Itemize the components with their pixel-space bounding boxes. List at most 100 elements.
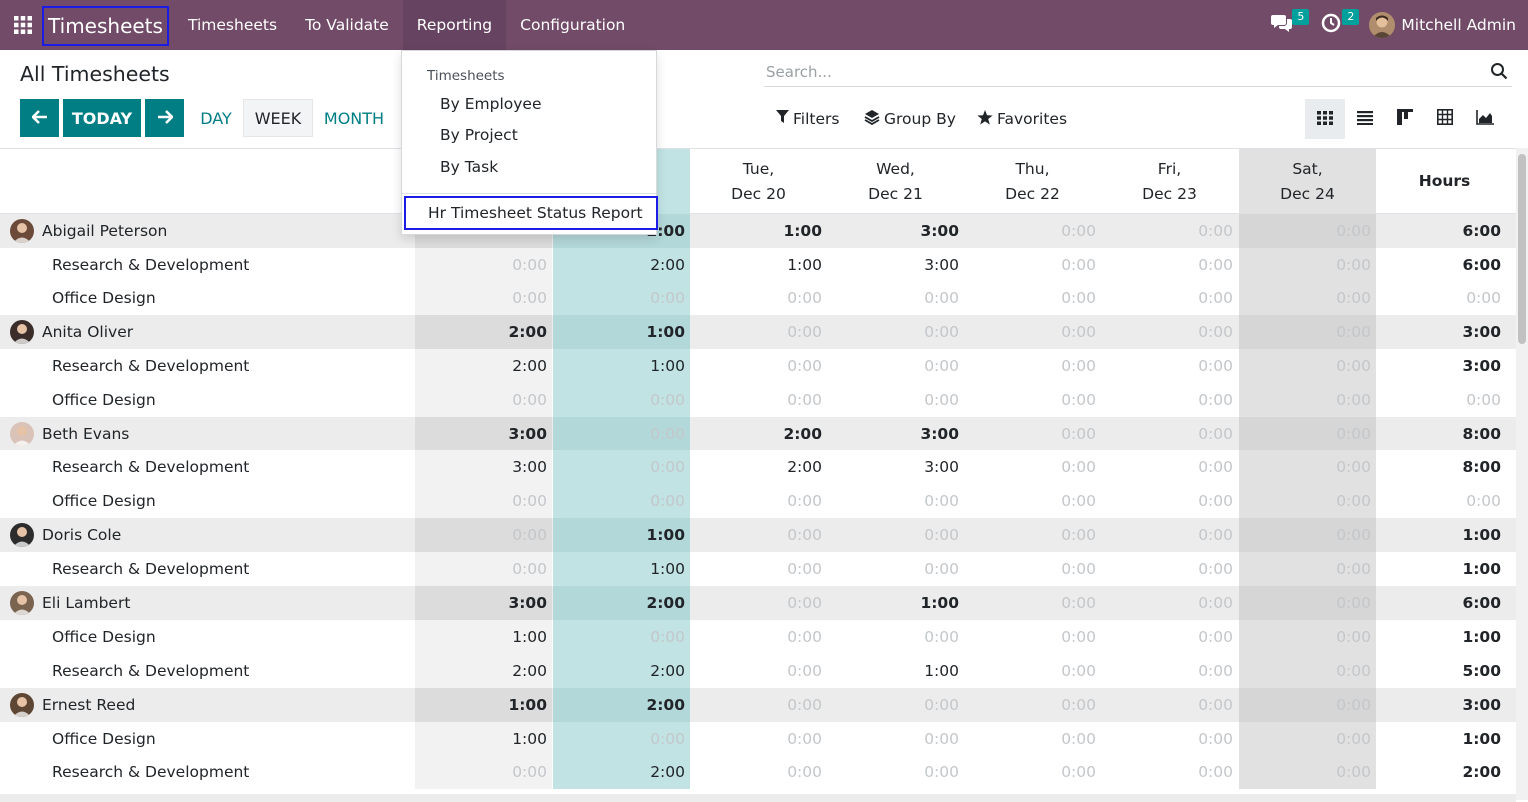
favorites-button[interactable]: Favorites — [977, 106, 1067, 132]
hours-cell[interactable]: 0:00 — [1101, 281, 1238, 315]
hours-cell[interactable]: 0:00 — [964, 349, 1101, 383]
menu-by-project[interactable]: By Project — [440, 126, 518, 144]
hours-cell[interactable]: 0:00 — [964, 484, 1101, 518]
app-brand[interactable]: Timesheets — [42, 6, 169, 46]
grid-view-button[interactable] — [1305, 99, 1345, 139]
range-month-button[interactable]: MONTH — [318, 99, 390, 137]
hours-cell[interactable]: 0:00 — [690, 620, 827, 654]
activities-button[interactable]: 2 — [1321, 0, 1360, 50]
hours-cell[interactable]: 0:00 — [690, 654, 827, 688]
hours-cell[interactable]: 0:00 — [964, 552, 1101, 586]
apps-menu-icon[interactable] — [0, 0, 46, 50]
hours-cell[interactable]: 2:00 — [553, 248, 690, 281]
user-menu[interactable]: Mitchell Admin — [1369, 12, 1516, 38]
hours-cell[interactable]: 0:00 — [553, 722, 690, 755]
hours-cell[interactable]: 0:00 — [690, 383, 827, 417]
menu-to-validate[interactable]: To Validate — [291, 0, 403, 50]
hours-cell[interactable]: 0:00 — [827, 552, 964, 586]
hours-cell[interactable]: 0:00 — [553, 484, 690, 518]
hours-cell[interactable]: 0:00 — [1101, 450, 1238, 484]
previous-button[interactable] — [20, 99, 59, 137]
hours-cell[interactable]: 0:00 — [964, 281, 1101, 315]
today-button[interactable]: TODAY — [63, 99, 141, 137]
hours-cell[interactable]: 0:00 — [415, 383, 552, 417]
hours-cell[interactable]: 0:00 — [1239, 654, 1376, 688]
hours-cell[interactable]: 0:00 — [827, 349, 964, 383]
hours-cell[interactable]: 0:00 — [553, 620, 690, 654]
hours-cell[interactable]: 0:00 — [1101, 248, 1238, 281]
menu-timesheets[interactable]: Timesheets — [174, 0, 291, 50]
hours-cell[interactable]: 0:00 — [415, 281, 552, 315]
hours-cell[interactable]: 0:00 — [1239, 620, 1376, 654]
hours-cell[interactable]: 0:00 — [964, 620, 1101, 654]
hours-cell[interactable]: 0:00 — [827, 722, 964, 755]
hours-cell[interactable]: 2:00 — [553, 654, 690, 688]
hours-cell[interactable]: 0:00 — [827, 620, 964, 654]
hours-cell[interactable]: 0:00 — [964, 248, 1101, 281]
menu-status-report[interactable]: Hr Timesheet Status Report — [404, 196, 658, 230]
hours-cell[interactable]: 0:00 — [1239, 248, 1376, 281]
messages-button[interactable]: 5 — [1271, 0, 1310, 50]
hours-cell[interactable]: 0:00 — [964, 654, 1101, 688]
hours-cell[interactable]: 0:00 — [964, 450, 1101, 484]
hours-cell[interactable]: 0:00 — [690, 552, 827, 586]
menu-by-task[interactable]: By Task — [440, 158, 498, 176]
next-button[interactable] — [145, 99, 184, 137]
hours-cell[interactable]: 0:00 — [827, 484, 964, 518]
hours-cell[interactable]: 1:00 — [415, 722, 552, 755]
range-week-button[interactable]: WEEK — [243, 99, 313, 137]
graph-view-button[interactable] — [1465, 99, 1505, 139]
hours-cell[interactable]: 0:00 — [553, 450, 690, 484]
hours-cell[interactable]: 0:00 — [415, 484, 552, 518]
list-view-button[interactable] — [1345, 99, 1385, 139]
hours-cell[interactable]: 0:00 — [1239, 755, 1376, 789]
filters-button[interactable]: Filters — [776, 106, 839, 132]
hours-cell[interactable]: 0:00 — [1239, 450, 1376, 484]
hours-cell[interactable]: 0:00 — [964, 722, 1101, 755]
hours-cell[interactable]: 0:00 — [1101, 620, 1238, 654]
hours-cell[interactable]: 0:00 — [690, 281, 827, 315]
hours-cell[interactable]: 1:00 — [827, 654, 964, 688]
hours-cell[interactable]: 0:00 — [690, 755, 827, 789]
hours-cell[interactable]: 0:00 — [1239, 281, 1376, 315]
menu-configuration[interactable]: Configuration — [506, 0, 639, 50]
hours-cell[interactable]: 3:00 — [415, 450, 552, 484]
search-icon[interactable] — [1490, 62, 1508, 84]
hours-cell[interactable]: 0:00 — [1239, 383, 1376, 417]
hours-cell[interactable]: 0:00 — [690, 484, 827, 518]
scrollbar-thumb[interactable] — [1518, 154, 1526, 344]
hours-cell[interactable]: 0:00 — [1239, 484, 1376, 518]
hours-cell[interactable]: 0:00 — [415, 755, 552, 789]
hours-cell[interactable]: 1:00 — [553, 349, 690, 383]
hours-cell[interactable]: 0:00 — [827, 383, 964, 417]
kanban-view-button[interactable] — [1385, 99, 1425, 139]
range-day-button[interactable]: DAY — [195, 99, 237, 137]
hours-cell[interactable]: 0:00 — [553, 383, 690, 417]
pivot-view-button[interactable] — [1425, 99, 1465, 139]
hours-cell[interactable]: 0:00 — [827, 755, 964, 789]
menu-by-employee[interactable]: By Employee — [440, 95, 542, 113]
hours-cell[interactable]: 3:00 — [827, 248, 964, 281]
hours-cell[interactable]: 0:00 — [415, 552, 552, 586]
hours-cell[interactable]: 0:00 — [1239, 349, 1376, 383]
scrollbar[interactable] — [1516, 148, 1528, 800]
hours-cell[interactable]: 0:00 — [1239, 552, 1376, 586]
hours-cell[interactable]: 0:00 — [690, 349, 827, 383]
hours-cell[interactable]: 0:00 — [415, 248, 552, 281]
search-input[interactable] — [764, 62, 1464, 81]
hours-cell[interactable]: 1:00 — [690, 248, 827, 281]
hours-cell[interactable]: 0:00 — [1101, 722, 1238, 755]
hours-cell[interactable]: 0:00 — [964, 383, 1101, 417]
hours-cell[interactable]: 0:00 — [1101, 349, 1238, 383]
hours-cell[interactable]: 0:00 — [1101, 552, 1238, 586]
hours-cell[interactable]: 0:00 — [1101, 654, 1238, 688]
hours-cell[interactable]: 2:00 — [690, 450, 827, 484]
group-by-button[interactable]: Group By — [864, 106, 956, 132]
hours-cell[interactable]: 0:00 — [964, 755, 1101, 789]
hours-cell[interactable]: 0:00 — [827, 281, 964, 315]
hours-cell[interactable]: 2:00 — [415, 654, 552, 688]
hours-cell[interactable]: 1:00 — [415, 620, 552, 654]
hours-cell[interactable]: 2:00 — [553, 755, 690, 789]
hours-cell[interactable]: 0:00 — [1239, 722, 1376, 755]
hours-cell[interactable]: 1:00 — [553, 552, 690, 586]
